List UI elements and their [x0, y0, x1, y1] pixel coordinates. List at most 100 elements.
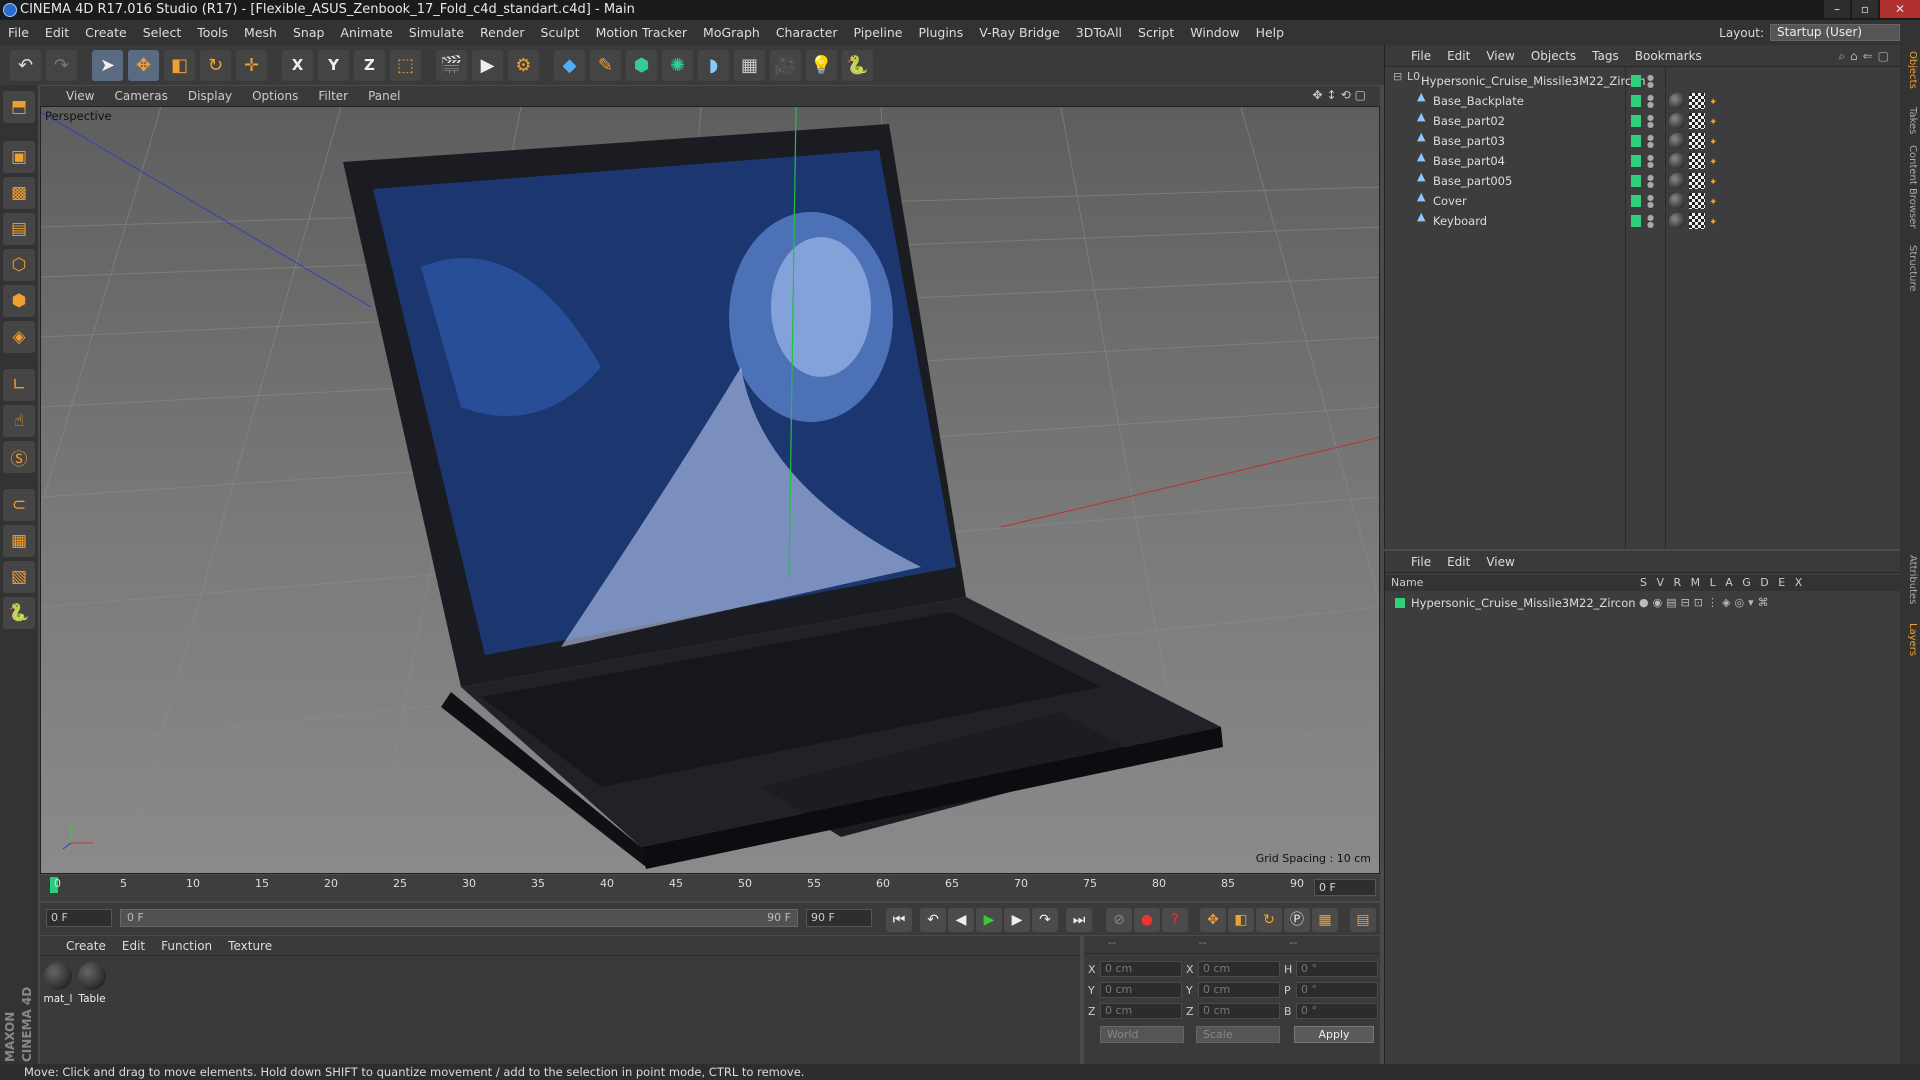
visibility-toggle[interactable] — [1631, 135, 1641, 147]
menu-window[interactable]: Window — [1182, 25, 1247, 40]
material-tag-icon[interactable] — [1669, 193, 1685, 209]
object-search-icon[interactable]: ⌕⌂⇐▢ — [1838, 49, 1894, 64]
phong-tag-icon[interactable]: ✦ — [1709, 133, 1719, 149]
object-menu-tags[interactable]: Tags — [1592, 49, 1619, 63]
menu-edit[interactable]: Edit — [37, 25, 77, 40]
phong-tag-icon[interactable]: ✦ — [1709, 153, 1719, 169]
undo-icon[interactable]: ↶ — [10, 49, 41, 81]
material-item[interactable]: Table — [76, 962, 108, 1005]
rotation-b-field[interactable]: 0 ° — [1296, 1003, 1378, 1019]
position-z-field[interactable]: 0 cm — [1100, 1003, 1182, 1019]
object-menu-objects[interactable]: Objects — [1531, 49, 1576, 63]
layer-menu-edit[interactable]: Edit — [1447, 555, 1470, 569]
uvw-tag-icon[interactable] — [1689, 113, 1705, 129]
axis-z-button[interactable]: Z — [354, 49, 385, 81]
axis-y-button[interactable]: Y — [318, 49, 349, 81]
menu-mograph[interactable]: MoGraph — [695, 25, 768, 40]
model-mode-icon[interactable]: ▣ — [3, 141, 35, 173]
render-view-icon[interactable]: 🎬 — [436, 49, 467, 81]
end-frame-field[interactable]: 90 F — [806, 909, 872, 927]
material-menu-function[interactable]: Function — [161, 939, 212, 953]
render-dot-icon[interactable]: ● ● — [1647, 134, 1654, 149]
layer-row[interactable]: Hypersonic_Cruise_Missile3M22_Zircon ●◉▤… — [1385, 593, 1901, 613]
phong-tag-icon[interactable]: ✦ — [1709, 193, 1719, 209]
select-arrow-icon[interactable]: ➤ — [92, 49, 123, 81]
cube-primitive-icon[interactable]: ◆ — [554, 49, 585, 81]
light-icon[interactable]: 💡 — [806, 49, 837, 81]
render-dot-icon[interactable]: ● ● — [1647, 174, 1654, 189]
menu-help[interactable]: Help — [1248, 25, 1293, 40]
material-tag-icon[interactable] — [1669, 93, 1685, 109]
layer-menu-file[interactable]: File — [1411, 555, 1431, 569]
edge-mode-icon[interactable]: ⬢ — [3, 285, 35, 317]
menu-mesh[interactable]: Mesh — [236, 25, 285, 40]
3d-viewport[interactable]: Perspective Grid Spacing : 10 cm — [40, 106, 1380, 874]
tab-objects[interactable]: Objects — [1902, 51, 1918, 89]
go-to-start-icon[interactable]: ⏮ — [886, 908, 912, 932]
texture-mode-icon[interactable]: ▩ — [3, 177, 35, 209]
layout-dropdown[interactable]: Startup (User) — [1770, 24, 1900, 41]
spline-pen-icon[interactable]: ✎ — [590, 49, 621, 81]
size-mode-dropdown[interactable]: Scale — [1196, 1026, 1280, 1043]
axis-mode-icon[interactable]: ∟ — [3, 369, 35, 401]
record-active-icon[interactable]: ● — [1134, 908, 1160, 932]
previous-frame-icon[interactable]: ◀ — [948, 908, 974, 932]
cloner-icon[interactable]: ✺ — [662, 49, 693, 81]
material-tag-icon[interactable] — [1669, 173, 1685, 189]
start-frame-field[interactable]: 0 F — [46, 909, 112, 927]
uvw-tag-icon[interactable] — [1689, 213, 1705, 229]
viewport-navigation-icons[interactable]: ✥↕⟲▢ — [1312, 88, 1370, 102]
layer-color-swatch[interactable] — [1395, 598, 1405, 608]
menu-animate[interactable]: Animate — [332, 25, 400, 40]
object-row[interactable]: ▲ Keyboard ● ● ✦ — [1385, 211, 1901, 231]
rotation-p-field[interactable]: 0 ° — [1296, 982, 1378, 998]
size-y-field[interactable]: 0 cm — [1198, 982, 1280, 998]
menu-tools[interactable]: Tools — [189, 25, 236, 40]
lock-workplane-icon[interactable]: ▦ — [3, 525, 35, 557]
render-dot-icon[interactable]: ● ● — [1647, 214, 1654, 229]
menu-create[interactable]: Create — [77, 25, 135, 40]
viewport-menu-panel[interactable]: Panel — [368, 89, 400, 103]
render-dot-icon[interactable]: ● ● — [1647, 74, 1654, 89]
coordinate-space-dropdown[interactable]: World — [1100, 1026, 1184, 1043]
uvw-tag-icon[interactable] — [1689, 93, 1705, 109]
uvw-tag-icon[interactable] — [1689, 133, 1705, 149]
maximize-icon[interactable]: ▫ — [1852, 0, 1878, 18]
render-picture-viewer-icon[interactable]: ▶ — [472, 49, 503, 81]
object-row[interactable]: ▲ Base_part005 ● ● ✦ — [1385, 171, 1901, 191]
render-dot-icon[interactable]: ● ● — [1647, 94, 1654, 109]
object-row-root[interactable]: ⊟ L0 Hypersonic_Cruise_Missile3M22_Zirco… — [1385, 71, 1901, 91]
go-to-end-icon[interactable]: ⏭ — [1066, 908, 1092, 932]
phong-tag-icon[interactable]: ✦ — [1709, 93, 1719, 109]
visibility-toggle[interactable] — [1631, 195, 1641, 207]
object-row[interactable]: ▲ Base_part04 ● ● ✦ — [1385, 151, 1901, 171]
visibility-toggle[interactable] — [1631, 215, 1641, 227]
object-menu-view[interactable]: View — [1486, 49, 1514, 63]
menu-vray-bridge[interactable]: V-Ray Bridge — [971, 25, 1068, 40]
record-keys-disabled-icon[interactable]: ⊘ — [1106, 908, 1132, 932]
deformer-icon[interactable]: ◗ — [698, 49, 729, 81]
play-icon[interactable]: ▶ — [976, 908, 1002, 932]
phong-tag-icon[interactable]: ✦ — [1709, 173, 1719, 189]
python-script-icon[interactable]: 🐍 — [3, 597, 35, 629]
material-tag-icon[interactable] — [1669, 213, 1685, 229]
collapse-icon[interactable]: ⊟ — [1393, 71, 1405, 83]
material-tag-icon[interactable] — [1669, 153, 1685, 169]
next-frame-icon[interactable]: ▶ — [1004, 908, 1030, 932]
frame-range-slider[interactable]: 0 F 90 F — [120, 909, 798, 927]
key-scale-icon[interactable]: ◧ — [1228, 908, 1254, 932]
phong-tag-icon[interactable]: ✦ — [1709, 113, 1719, 129]
viewport-menu-view[interactable]: View — [66, 89, 94, 103]
menu-script[interactable]: Script — [1130, 25, 1182, 40]
coordinate-system-icon[interactable]: ⬚ — [390, 49, 421, 81]
object-row[interactable]: ▲ Base_part02 ● ● ✦ — [1385, 111, 1901, 131]
tab-takes[interactable]: Takes — [1902, 107, 1918, 134]
phong-tag-icon[interactable]: ✦ — [1709, 213, 1719, 229]
visibility-toggle[interactable] — [1631, 75, 1641, 87]
render-dot-icon[interactable]: ● ● — [1647, 154, 1654, 169]
floor-grid-icon[interactable]: ▦ — [734, 49, 765, 81]
previous-key-icon[interactable]: ↶ — [920, 908, 946, 932]
move-tool-icon[interactable]: ✥ — [128, 49, 159, 81]
key-parameter-icon[interactable]: Ⓟ — [1284, 908, 1310, 932]
object-row[interactable]: ▲ Cover ● ● ✦ — [1385, 191, 1901, 211]
